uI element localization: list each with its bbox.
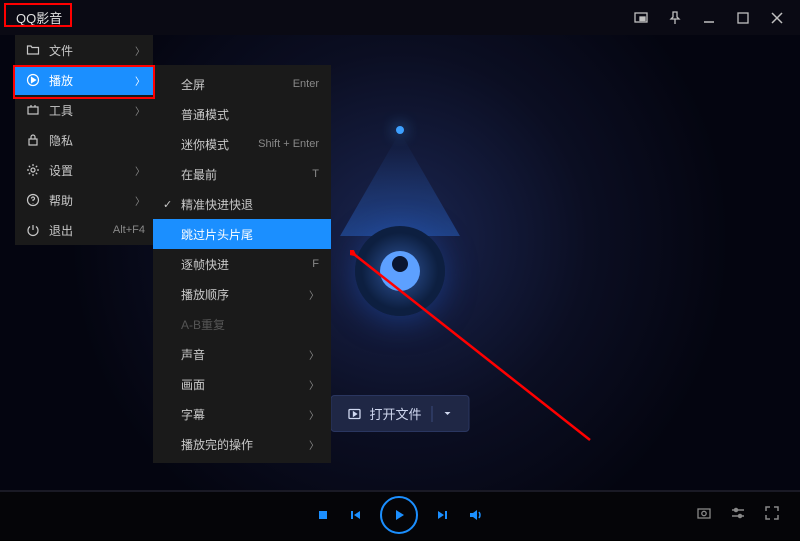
- chevron-right-icon: 〉: [309, 437, 319, 452]
- submenu-item[interactable]: ✓ 精准快进快退: [153, 189, 331, 219]
- close-icon[interactable]: [764, 5, 790, 31]
- folder-icon: [25, 43, 41, 57]
- menu-item-help[interactable]: 帮助〉: [15, 185, 153, 215]
- menu-item-power[interactable]: 退出 Alt+F4: [15, 215, 153, 245]
- submenu-item[interactable]: 字幕〉: [153, 399, 331, 429]
- submenu-item-label: 迷你模式: [181, 136, 258, 153]
- chevron-right-icon: 〉: [135, 103, 145, 118]
- menu-item-tools[interactable]: 工具〉: [15, 95, 153, 125]
- power-icon: [25, 223, 41, 237]
- chevron-right-icon: 〉: [135, 163, 145, 178]
- submenu-item-label: 播放完的操作: [181, 436, 309, 453]
- submenu-shortcut: T: [312, 168, 319, 180]
- volume-button[interactable]: [468, 507, 484, 523]
- gear-icon: [25, 163, 41, 177]
- submenu-shortcut: F: [312, 258, 319, 270]
- submenu-item-label: 跳过片头片尾: [181, 226, 319, 243]
- menu-item-label: 设置: [49, 162, 127, 179]
- submenu-item-label: 播放顺序: [181, 286, 309, 303]
- menu-item-label: 退出: [49, 222, 105, 239]
- submenu-item[interactable]: 播放完的操作〉: [153, 429, 331, 459]
- submenu-item-label: 逐帧快进: [181, 256, 312, 273]
- menu-item-label: 文件: [49, 42, 127, 59]
- chevron-down-icon[interactable]: [443, 409, 453, 419]
- submenu-item: A-B重复: [153, 309, 331, 339]
- chevron-right-icon: 〉: [135, 193, 145, 208]
- check-icon: ✓: [163, 198, 172, 211]
- menu-item-play[interactable]: 播放〉: [15, 65, 153, 95]
- main-menu: 文件〉播放〉工具〉隐私设置〉帮助〉退出Alt+F4: [15, 35, 153, 245]
- bottom-right-controls: [696, 505, 780, 526]
- chevron-right-icon: 〉: [135, 43, 145, 58]
- title-bar: QQ影音: [0, 0, 800, 35]
- menu-item-folder[interactable]: 文件〉: [15, 35, 153, 65]
- maximize-icon[interactable]: [730, 5, 756, 31]
- submenu-item[interactable]: 迷你模式Shift + Enter: [153, 129, 331, 159]
- submenu-item-label: 字幕: [181, 406, 309, 423]
- fullscreen-icon[interactable]: [764, 505, 780, 526]
- menu-item-gear[interactable]: 设置〉: [15, 155, 153, 185]
- next-button[interactable]: [436, 508, 450, 522]
- submenu-item-label: 精准快进快退: [181, 196, 319, 213]
- menu-shortcut: Alt+F4: [113, 224, 145, 236]
- submenu-item[interactable]: 播放顺序〉: [153, 279, 331, 309]
- submenu-shortcut: Shift + Enter: [258, 138, 319, 150]
- submenu-item-label: A-B重复: [181, 316, 319, 333]
- submenu-item[interactable]: 跳过片头片尾: [153, 219, 331, 249]
- chevron-right-icon: 〉: [309, 287, 319, 302]
- bottom-bar: [0, 490, 800, 540]
- menu-item-lock[interactable]: 隐私: [15, 125, 153, 155]
- pip-icon[interactable]: [628, 5, 654, 31]
- chevron-right-icon: 〉: [309, 377, 319, 392]
- submenu-item-label: 声音: [181, 346, 309, 363]
- sub-menu: 全屏Enter普通模式迷你模式Shift + Enter在最前T✓精准快进快退跳…: [153, 65, 331, 463]
- lock-icon: [25, 133, 41, 147]
- submenu-item[interactable]: 在最前T: [153, 159, 331, 189]
- settings-icon[interactable]: [730, 505, 746, 526]
- annotation-box-title: [4, 3, 72, 27]
- submenu-item-label: 普通模式: [181, 106, 319, 123]
- menu-item-label: 工具: [49, 102, 127, 119]
- title-controls: [628, 5, 790, 31]
- open-file-button[interactable]: 打开文件: [330, 395, 469, 432]
- menu-item-label: 帮助: [49, 192, 127, 209]
- playback-controls: [316, 496, 484, 534]
- submenu-item[interactable]: 声音〉: [153, 339, 331, 369]
- submenu-item-label: 全屏: [181, 76, 293, 93]
- submenu-item[interactable]: 逐帧快进F: [153, 249, 331, 279]
- play-button[interactable]: [380, 496, 418, 534]
- progress-bar[interactable]: [0, 490, 800, 492]
- play-icon: [25, 73, 41, 87]
- center-logo: [330, 126, 470, 326]
- submenu-item-label: 画面: [181, 376, 309, 393]
- app-window: QQ影音 打开文件 文件〉播放〉工具〉隐私设置〉帮助〉退出Alt+F4 全屏En…: [0, 0, 800, 540]
- chevron-right-icon: 〉: [135, 73, 145, 88]
- submenu-item[interactable]: 普通模式: [153, 99, 331, 129]
- open-file-label: 打开文件: [369, 404, 421, 423]
- minimize-icon[interactable]: [696, 5, 722, 31]
- play-file-icon: [347, 407, 361, 421]
- stop-button[interactable]: [316, 508, 330, 522]
- menu-item-label: 播放: [49, 72, 127, 89]
- chevron-right-icon: 〉: [309, 407, 319, 422]
- submenu-item[interactable]: 画面〉: [153, 369, 331, 399]
- tools-icon: [25, 103, 41, 117]
- submenu-item[interactable]: 全屏Enter: [153, 69, 331, 99]
- submenu-shortcut: Enter: [293, 78, 319, 90]
- previous-button[interactable]: [348, 508, 362, 522]
- menu-item-label: 隐私: [49, 132, 145, 149]
- help-icon: [25, 193, 41, 207]
- chevron-right-icon: 〉: [309, 347, 319, 362]
- pin-icon[interactable]: [662, 5, 688, 31]
- submenu-item-label: 在最前: [181, 166, 312, 183]
- screenshot-icon[interactable]: [696, 505, 712, 526]
